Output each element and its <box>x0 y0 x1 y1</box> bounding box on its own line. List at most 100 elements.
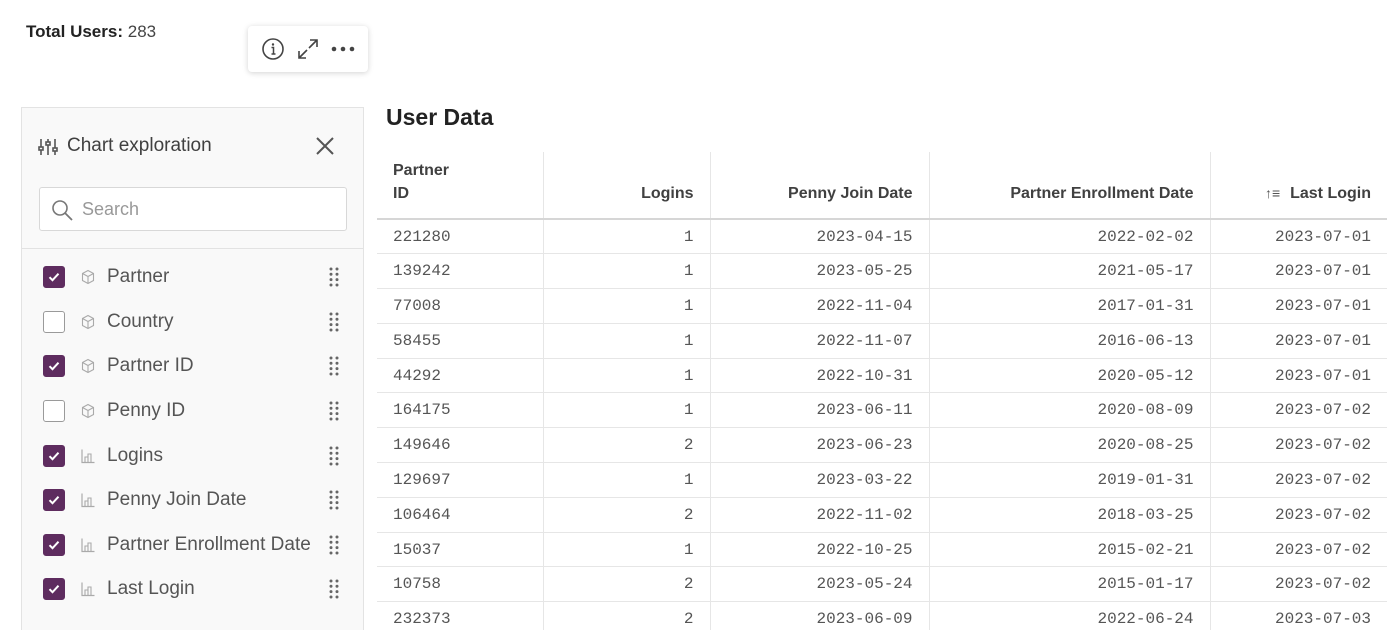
last-login-checkbox[interactable] <box>43 578 65 601</box>
country-checkbox[interactable] <box>43 310 65 333</box>
partner-id-checkbox[interactable] <box>43 355 65 378</box>
drag-handle-icon[interactable] <box>327 489 341 511</box>
column-header-partner-enrollment-date[interactable]: Partner Enrollment Date <box>928 152 1210 220</box>
drag-handle-icon[interactable] <box>327 534 341 556</box>
table-cell: 2021-05-17 <box>928 253 1210 290</box>
field-label: Logins <box>107 444 163 466</box>
search-box <box>39 187 347 231</box>
close-icon[interactable] <box>314 135 336 157</box>
table-cell: 1 <box>542 392 710 429</box>
table-row[interactable]: 106464 2 2022-11-02 2018-03-25 2023-07-02 <box>377 497 1387 533</box>
field-label: Penny ID <box>107 400 186 422</box>
chart-toolbar <box>248 26 368 72</box>
table-row[interactable]: 10758 2 2023-05-24 2015-01-17 2023-07-02 <box>377 566 1387 603</box>
field-item-partner-enrollment-date[interactable]: Partner Enrollment Date <box>22 523 363 568</box>
table-cell: 106464 <box>377 497 543 533</box>
table-row[interactable]: 129697 1 2023-03-22 2019-01-31 2023-07-02 <box>377 462 1387 498</box>
table-cell: 2 <box>542 497 710 533</box>
table-cell: 2022-02-02 <box>928 219 1210 255</box>
table-cell: 2022-11-04 <box>709 288 929 324</box>
field-label: Country <box>107 310 174 332</box>
more-icon[interactable] <box>329 35 357 63</box>
drag-handle-icon[interactable] <box>327 266 341 288</box>
table-row[interactable]: 232373 2 2023-06-09 2022-06-24 2023-07-03 <box>377 601 1387 630</box>
drag-handle-icon[interactable] <box>327 578 341 600</box>
divider <box>22 248 363 249</box>
table-cell: 2023-06-09 <box>709 601 929 630</box>
table-cell: 15037 <box>377 532 543 568</box>
column-header-logins[interactable]: Logins <box>542 152 710 220</box>
table-cell: 2023-07-01 <box>1209 219 1387 255</box>
field-item-partner[interactable]: Partner <box>22 255 363 300</box>
table-row[interactable]: 149646 2 2023-06-23 2020-08-25 2023-07-02 <box>377 427 1387 464</box>
drag-handle-icon[interactable] <box>327 445 341 467</box>
table-cell: 2023-07-02 <box>1209 566 1387 603</box>
table-cell: 2018-03-25 <box>928 497 1210 533</box>
table-row[interactable]: 164175 1 2023-06-11 2020-08-09 2023-07-02 <box>377 392 1387 429</box>
penny-id-checkbox[interactable] <box>43 400 65 423</box>
table-cell: 2023-04-15 <box>709 219 929 255</box>
column-header-penny-join-date[interactable]: Penny Join Date <box>709 152 929 220</box>
total-users-label: Total Users: <box>26 22 123 41</box>
drag-handle-icon[interactable] <box>327 400 341 422</box>
table-cell: 2020-08-25 <box>928 427 1210 464</box>
table-cell: 2023-07-01 <box>1209 288 1387 324</box>
column-header-partner-id[interactable]: Partner ID <box>377 152 543 220</box>
penny-join-date-checkbox[interactable] <box>43 489 65 512</box>
field-list: Partner Country Partner ID Penny ID Logins Pe… <box>22 255 363 612</box>
search-input[interactable] <box>82 188 337 230</box>
field-label: Partner <box>107 266 170 288</box>
table-cell: 1 <box>542 358 710 394</box>
field-item-partner-id[interactable]: Partner ID <box>22 344 363 389</box>
measure-chart-icon <box>80 448 96 464</box>
partner-checkbox[interactable] <box>43 266 65 289</box>
table-row[interactable]: 139242 1 2023-05-25 2021-05-17 2023-07-01 <box>377 253 1387 290</box>
field-item-logins[interactable]: Logins <box>22 433 363 478</box>
table-cell: 2023-07-02 <box>1209 532 1387 568</box>
table-cell: 2022-11-02 <box>709 497 929 533</box>
table-row[interactable]: 58455 1 2022-11-07 2016-06-13 2023-07-01 <box>377 323 1387 359</box>
drag-handle-icon[interactable] <box>327 311 341 333</box>
field-item-penny-id[interactable]: Penny ID <box>22 389 363 434</box>
table-cell: 2022-10-25 <box>709 532 929 568</box>
field-item-last-login[interactable]: Last Login <box>22 567 363 612</box>
table-cell: 2023-07-02 <box>1209 427 1387 464</box>
column-header-last-login[interactable]: ↑≡ Last Login <box>1209 152 1387 220</box>
table-row[interactable]: 15037 1 2022-10-25 2015-02-21 2023-07-02 <box>377 532 1387 568</box>
expand-icon[interactable] <box>294 35 322 63</box>
table-cell: 2 <box>542 601 710 630</box>
table-cell: 1 <box>542 532 710 568</box>
table-header-row: Partner ID Logins Penny Join Date Partne… <box>377 152 1387 220</box>
table-cell: 2023-05-25 <box>709 253 929 290</box>
table-body: 221280 1 2023-04-15 2022-02-02 2023-07-01 139… <box>377 219 1387 630</box>
chart-exploration-panel: Chart exploration Partner Country Partner … <box>21 107 364 630</box>
table-cell: 2023-05-24 <box>709 566 929 603</box>
sort-ascending-icon: ↑≡ <box>1264 185 1281 201</box>
table-row[interactable]: 44292 1 2022-10-31 2020-05-12 2023-07-01 <box>377 358 1387 394</box>
field-item-country[interactable]: Country <box>22 300 363 345</box>
table-cell: 2023-07-01 <box>1209 323 1387 359</box>
table-row[interactable]: 221280 1 2023-04-15 2022-02-02 2023-07-01 <box>377 219 1387 255</box>
table-row[interactable]: 77008 1 2022-11-04 2017-01-31 2023-07-01 <box>377 288 1387 324</box>
drag-handle-icon[interactable] <box>327 355 341 377</box>
dimension-cube-icon <box>80 314 96 330</box>
partner-enrollment-date-checkbox[interactable] <box>43 533 65 556</box>
logins-checkbox[interactable] <box>43 444 65 467</box>
table-cell: 1 <box>542 462 710 498</box>
table-cell: 2 <box>542 566 710 603</box>
table-title: User Data <box>386 104 494 130</box>
table-cell: 2020-08-09 <box>928 392 1210 429</box>
table-cell: 232373 <box>377 601 543 630</box>
info-icon[interactable] <box>259 35 287 63</box>
table-cell: 2023-07-02 <box>1209 497 1387 533</box>
app-root: Total Users: 283 Chart exploration Searc… <box>0 0 1400 630</box>
table-cell: 2023-03-22 <box>709 462 929 498</box>
table-cell: 2023-06-11 <box>709 392 929 429</box>
panel-header: Chart exploration <box>22 108 363 186</box>
dimension-cube-icon <box>80 403 96 419</box>
table-cell: 44292 <box>377 358 543 394</box>
user-data-table: Partner ID Logins Penny Join Date Partne… <box>377 152 1387 630</box>
table-cell: 2023-07-03 <box>1209 601 1387 630</box>
field-item-penny-join-date[interactable]: Penny Join Date <box>22 478 363 523</box>
sliders-icon <box>38 137 58 162</box>
